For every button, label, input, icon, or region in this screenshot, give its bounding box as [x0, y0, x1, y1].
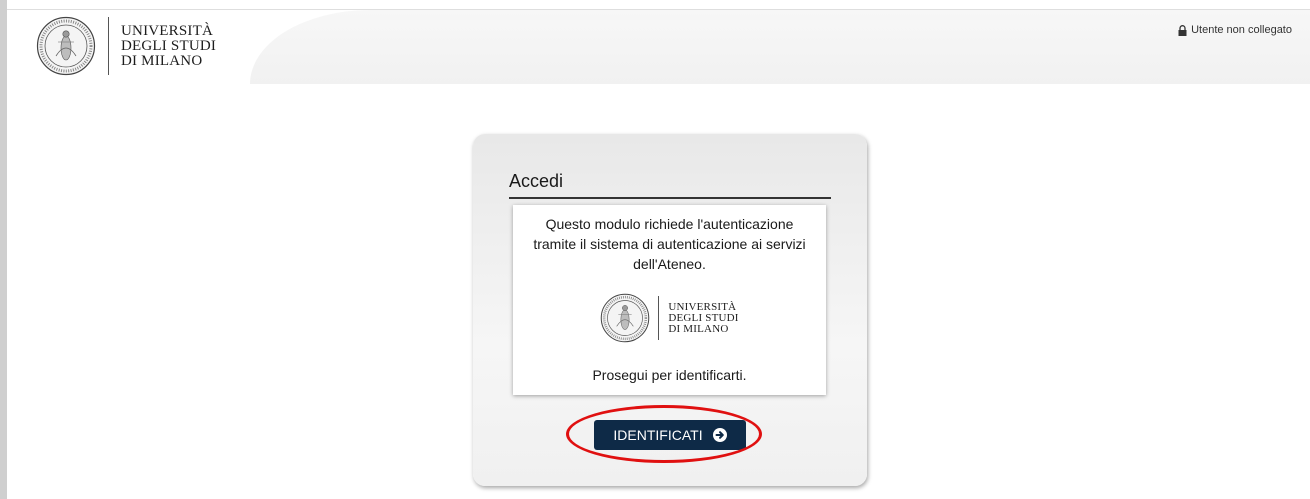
arrow-circle-right-icon: [712, 428, 727, 442]
logo-text: UNIVERSITÀ DEGLI STUDI DI MILANO: [668, 300, 739, 335]
panel-title: Accedi: [509, 171, 831, 199]
continue-text: Prosegui per identificarti.: [592, 367, 747, 383]
logo-line-2: DEGLI STUDI: [668, 311, 739, 324]
info-box-logo: UNIVERSITÀ DEGLI STUDI DI MILANO: [513, 293, 826, 343]
logo-divider: [108, 17, 109, 75]
identificati-button[interactable]: IDENTIFICATI: [594, 420, 746, 450]
info-box: Questo modulo richiede l'autenticazione …: [513, 205, 826, 395]
user-status: Utente non collegato: [1178, 24, 1292, 36]
logo-divider: [658, 296, 660, 340]
user-status-text: Utente non collegato: [1191, 24, 1292, 36]
university-seal-icon: [36, 16, 96, 76]
logo-line-1: UNIVERSITÀ: [121, 22, 213, 39]
university-logo[interactable]: UNIVERSITÀ DEGLI STUDI DI MILANO: [36, 16, 216, 76]
logo-line-3: DI MILANO: [668, 322, 729, 335]
header-swoosh: [250, 10, 1310, 84]
logo-text: UNIVERSITÀ DEGLI STUDI DI MILANO: [121, 22, 217, 69]
logo-line-3: DI MILANO: [121, 52, 203, 69]
logo-line-2: DEGLI STUDI: [121, 37, 217, 54]
left-border: [0, 0, 7, 499]
auth-message: Questo modulo richiede l'autenticazione …: [533, 216, 806, 272]
login-panel: Accedi Questo modulo richiede l'autentic…: [473, 134, 867, 486]
university-seal-icon: [601, 293, 650, 343]
identificati-button-label: IDENTIFICATI: [613, 427, 703, 443]
lock-icon: [1178, 24, 1187, 36]
logo-line-1: UNIVERSITÀ: [668, 300, 737, 313]
